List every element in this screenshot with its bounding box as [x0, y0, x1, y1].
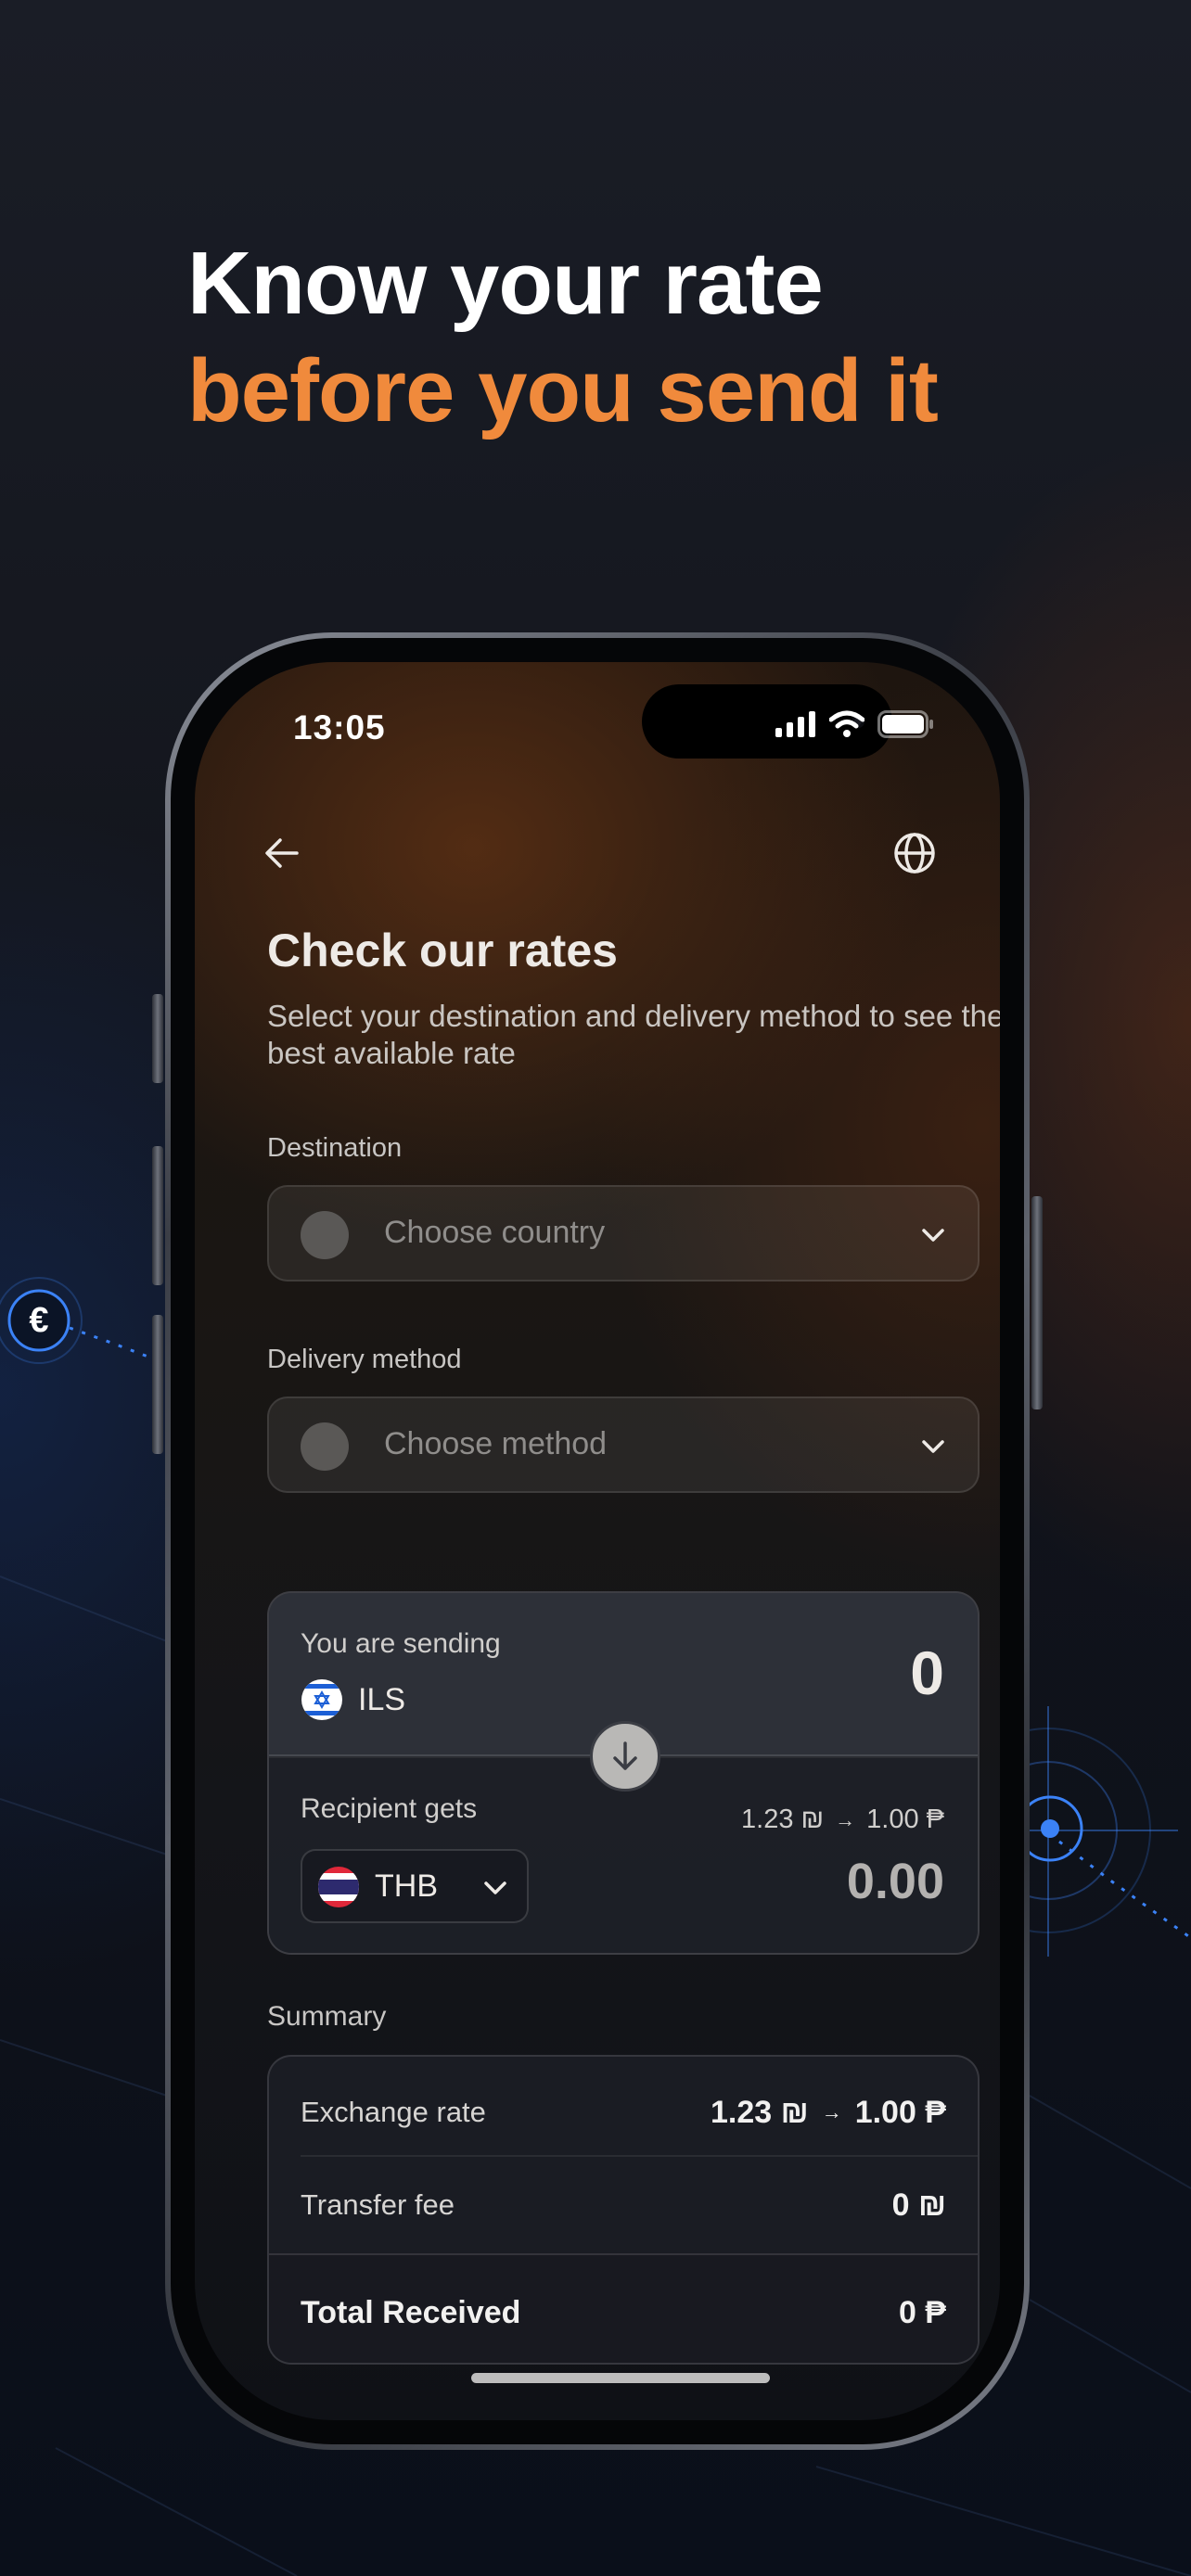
- exchange-rate-from: 1.23 ₪: [711, 2094, 809, 2130]
- inline-rate: 1.23 ₪ → 1.00 ₱: [741, 1804, 944, 1835]
- euro-icon: €: [29, 1301, 49, 1340]
- exchange-rate-value: 1.23 ₪ → 1.00 ₱: [711, 2095, 946, 2131]
- battery-icon: [877, 710, 933, 738]
- chevron-down-icon: [484, 1881, 506, 1894]
- delivery-method-label: Delivery method: [267, 1345, 462, 1374]
- recipient-currency-select[interactable]: THB: [301, 1849, 529, 1923]
- recipient-currency-code: THB: [375, 1868, 438, 1904]
- page-subtitle: Select your destination and delivery met…: [267, 999, 1000, 1070]
- phone-mockup: 13:05 Check our rates Select your destin…: [165, 632, 1030, 2450]
- phone-power-button: [1031, 1196, 1043, 1409]
- transfer-fee-label: Transfer fee: [301, 2188, 455, 2221]
- back-button[interactable]: [254, 825, 310, 881]
- exchange-rate-row: Exchange rate 1.23 ₪ → 1.00 ₱: [301, 2086, 946, 2138]
- globe-icon: [894, 833, 935, 874]
- destination-placeholder: Choose country: [384, 1215, 606, 1250]
- cellular-signal-icon: [775, 711, 815, 737]
- sending-currency-code: ILS: [358, 1682, 406, 1717]
- summary-label: Summary: [267, 2001, 387, 2032]
- sending-amount-input[interactable]: 0: [910, 1638, 944, 1708]
- destination-select[interactable]: Choose country: [267, 1185, 980, 1282]
- delivery-method-placeholder: Choose method: [384, 1426, 608, 1461]
- transfer-fee-value: 0 ₪: [891, 2187, 946, 2223]
- language-button[interactable]: [887, 825, 942, 881]
- arrow-down-icon: [613, 1741, 637, 1770]
- transfer-fee-row: Transfer fee 0 ₪: [301, 2179, 946, 2231]
- status-icons: [775, 710, 935, 738]
- rate-arrow-icon: →: [835, 1807, 856, 1831]
- total-received-label: Total Received: [301, 2294, 521, 2330]
- thailand-flag-icon: [318, 1867, 359, 1907]
- page-title: Check our rates: [267, 925, 618, 976]
- israel-flag-icon: [301, 1679, 342, 1720]
- home-indicator[interactable]: [471, 2373, 770, 2383]
- recipient-label: Recipient gets: [301, 1793, 478, 1824]
- summary-card: Exchange rate 1.23 ₪ → 1.00 ₱ Transfer f…: [267, 2055, 980, 2365]
- chevron-down-icon: [922, 1229, 944, 1242]
- phone-action-button: [152, 994, 163, 1083]
- total-received-value: 0 ₱: [898, 2294, 946, 2330]
- status-time: 13:05: [293, 708, 386, 746]
- method-icon-placeholder: [301, 1422, 349, 1471]
- inline-rate-to: 1.00 ₱: [866, 1804, 944, 1834]
- delivery-method-select[interactable]: Choose method: [267, 1396, 980, 1493]
- recipient-amount: 0.00: [846, 1854, 944, 1909]
- phone-volume-down-button: [152, 1315, 163, 1454]
- wifi-icon: [829, 710, 864, 737]
- exchange-rate-label: Exchange rate: [301, 2096, 486, 2128]
- exchange-rate-to: 1.00 ₱: [854, 2094, 946, 2130]
- sending-label: You are sending: [301, 1628, 501, 1659]
- arrow-left-icon: [265, 838, 299, 868]
- rate-arrow-icon: →: [821, 2100, 842, 2123]
- total-received-row: Total Received 0 ₱: [301, 2285, 946, 2340]
- summary-divider: [301, 2155, 978, 2157]
- chevron-down-icon: [922, 1440, 944, 1453]
- country-flag-placeholder: [301, 1211, 349, 1259]
- swap-currency-button[interactable]: [590, 1721, 660, 1792]
- destination-label: Destination: [267, 1133, 403, 1163]
- app-screen: 13:05 Check our rates Select your destin…: [195, 662, 1000, 2420]
- inline-rate-from: 1.23 ₪: [741, 1804, 825, 1834]
- phone-volume-up-button: [152, 1146, 163, 1285]
- currency-converter: You are sending ILS 0 Recipient gets 1.2…: [267, 1591, 980, 1955]
